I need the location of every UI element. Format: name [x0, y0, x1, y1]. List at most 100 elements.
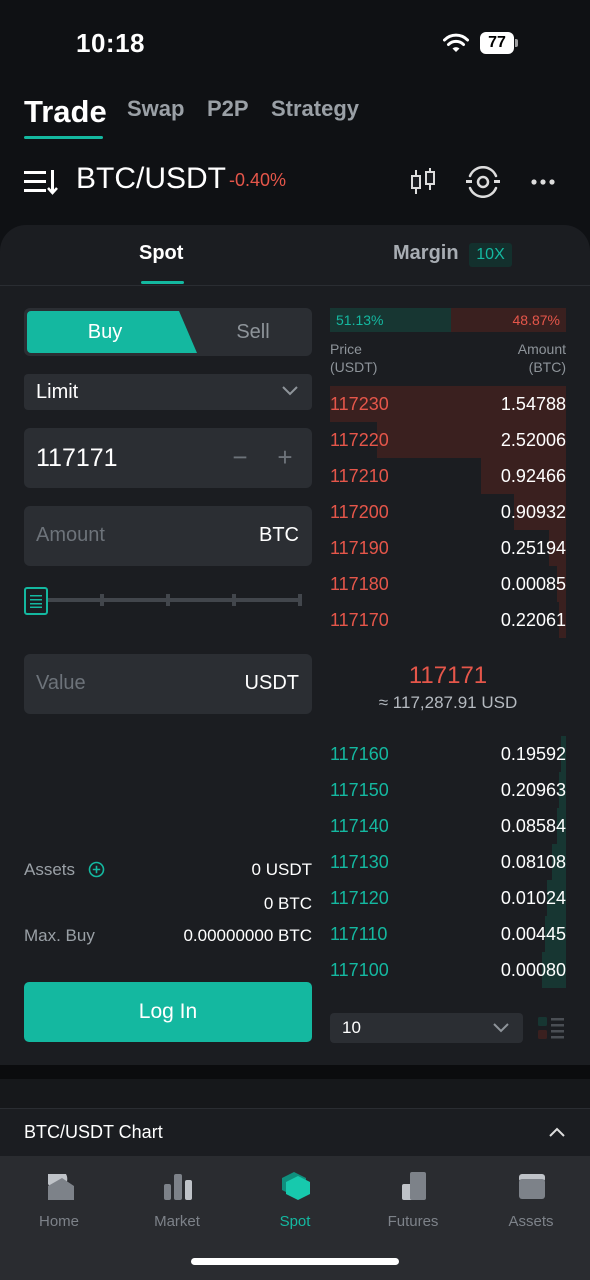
bid-row[interactable]: 117100 0.00080: [330, 952, 566, 988]
order-type-select[interactable]: Limit: [24, 374, 312, 410]
amount-input[interactable]: Amount BTC: [24, 506, 312, 566]
pair-name[interactable]: BTC/USDT: [76, 162, 226, 196]
amount-header: Amount (BTC): [518, 340, 566, 376]
buy-button[interactable]: Buy: [27, 311, 197, 353]
chevron-down-icon: [282, 386, 298, 396]
assets-btc: 0 BTC: [263, 894, 312, 913]
value-placeholder: Value: [36, 672, 86, 694]
slider-step[interactable]: [100, 594, 104, 606]
chevron-up-icon[interactable]: [548, 1126, 566, 1138]
price-input[interactable]: 117171 − +: [24, 428, 312, 488]
add-funds-icon[interactable]: [88, 861, 105, 878]
ask-amount: 2.52006: [500, 430, 566, 450]
chevron-down-icon: [493, 1023, 509, 1033]
amount-slider[interactable]: [48, 598, 302, 602]
ask-price: 117200: [330, 502, 389, 522]
tab-p2p[interactable]: P2P: [207, 96, 249, 122]
ask-row[interactable]: 117200 0.90932: [330, 494, 566, 530]
amount-header-unit: (BTC): [528, 359, 566, 375]
ask-row[interactable]: 117220 2.52006: [330, 422, 566, 458]
status-time: 10:18: [76, 28, 145, 58]
bid-row[interactable]: 117110 0.00445: [330, 916, 566, 952]
bid-amount: 0.08108: [500, 852, 566, 872]
bid-row[interactable]: 117130 0.08108: [330, 844, 566, 880]
price-value[interactable]: 117171: [36, 444, 118, 473]
nav-spot[interactable]: Spot: [236, 1170, 354, 1240]
price-header-unit: (USDT): [330, 359, 378, 375]
home-indicator: [191, 1258, 399, 1265]
price-header-label: Price: [330, 341, 362, 357]
candlestick-chart-icon[interactable]: [408, 166, 438, 198]
last-price-usd: ≈ 117,287.91 USD: [378, 693, 518, 712]
ask-amount: 0.25194: [500, 538, 566, 558]
ask-row[interactable]: 117170 0.22061: [330, 602, 566, 638]
bid-row[interactable]: 117160 0.19592: [330, 736, 566, 772]
nav-futures[interactable]: Futures: [354, 1170, 472, 1240]
bid-price: 117120: [330, 888, 389, 908]
nav-market[interactable]: Market: [118, 1170, 236, 1240]
nav-assets[interactable]: Assets: [472, 1170, 590, 1240]
ask-amount: 0.90932: [500, 502, 566, 522]
tab-spot-underline: [141, 281, 184, 284]
ask-amount: 0.00085: [500, 574, 566, 594]
bid-price: 117130: [330, 852, 389, 872]
bid-amount: 0.01024: [500, 888, 566, 908]
ask-row[interactable]: 117230 1.54788: [330, 386, 566, 422]
ask-amount: 0.92466: [500, 466, 566, 486]
bid-amount: 0.19592: [500, 744, 566, 764]
bid-row[interactable]: 117140 0.08584: [330, 808, 566, 844]
ask-price: 117180: [330, 574, 389, 594]
bid-row[interactable]: 117120 0.01024: [330, 880, 566, 916]
price-increase-button[interactable]: +: [274, 443, 296, 473]
last-price[interactable]: 117171: [330, 662, 566, 690]
slider-grip-icon: [30, 595, 42, 608]
ask-row[interactable]: 117180 0.00085: [330, 566, 566, 602]
max-buy-label: Max. Buy: [24, 926, 95, 945]
bid-price: 117160: [330, 744, 389, 764]
wifi-icon: [443, 33, 469, 52]
bid-row[interactable]: 117150 0.20963: [330, 772, 566, 808]
tab-margin[interactable]: Margin: [393, 242, 459, 265]
nav-assets-label: Assets: [508, 1213, 554, 1230]
slider-step[interactable]: [298, 594, 302, 606]
bid-price: 117100: [330, 960, 389, 980]
chart-drawer-title: BTC/USDT Chart: [24, 1122, 163, 1142]
depth-value: 10: [342, 1018, 361, 1037]
wallet-icon: [519, 1174, 545, 1199]
bid-amount: 0.00080: [500, 960, 566, 980]
order-type-value: Limit: [36, 381, 79, 403]
tab-spot[interactable]: Spot: [139, 242, 183, 265]
market-icon: [164, 1174, 192, 1200]
more-icon[interactable]: [530, 178, 556, 186]
slider-thumb[interactable]: [24, 587, 48, 615]
login-button[interactable]: Log In: [24, 982, 312, 1042]
amount-placeholder: Amount: [36, 524, 105, 546]
tab-trade[interactable]: Trade: [24, 94, 107, 130]
nav-futures-label: Futures: [387, 1213, 439, 1230]
futures-icon: [402, 1172, 426, 1200]
tab-trade-underline: [24, 136, 103, 139]
pair-menu-icon[interactable]: [24, 168, 58, 196]
ask-amount: 0.22061: [500, 610, 566, 630]
watch-icon[interactable]: [466, 166, 500, 198]
price-decrease-button[interactable]: −: [229, 443, 251, 473]
ask-row[interactable]: 117190 0.25194: [330, 530, 566, 566]
home-icon: [48, 1174, 74, 1200]
slider-step[interactable]: [166, 594, 170, 606]
bid-price: 117140: [330, 816, 389, 836]
price-header: Price (USDT): [330, 340, 377, 376]
chart-drawer[interactable]: BTC/USDT Chart: [0, 1108, 590, 1156]
value-input[interactable]: Value USDT: [24, 654, 312, 714]
bid-amount: 0.08584: [500, 816, 566, 836]
amount-header-label: Amount: [517, 341, 566, 357]
content-peek: [0, 1079, 590, 1109]
orderbook-layout-icon[interactable]: [536, 1013, 566, 1043]
buy-sell-toggle: Buy Sell: [24, 308, 312, 356]
slider-step[interactable]: [232, 594, 236, 606]
ask-row[interactable]: 117210 0.92466: [330, 458, 566, 494]
tab-strategy[interactable]: Strategy: [271, 96, 359, 122]
depth-select[interactable]: 10: [330, 1013, 523, 1043]
nav-home[interactable]: Home: [0, 1170, 118, 1240]
tab-swap[interactable]: Swap: [127, 96, 184, 122]
sell-button[interactable]: Sell: [194, 308, 312, 356]
